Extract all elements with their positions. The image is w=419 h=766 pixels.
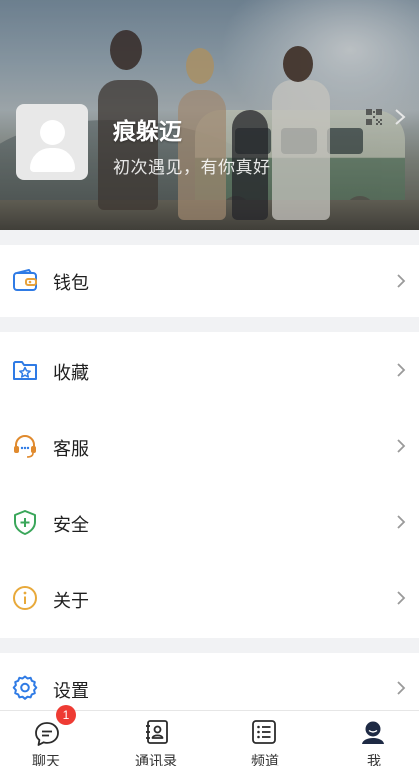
menu-group-main: 收藏 客服 安全 关于 (0, 332, 419, 638)
shield-plus-icon (14, 510, 36, 535)
menu-item-settings[interactable]: 设置 (0, 653, 419, 710)
user-icon (362, 721, 384, 744)
chevron-right-icon (397, 591, 406, 605)
menu-item-label: 钱包 (53, 273, 89, 294)
qr-code-icon[interactable] (366, 109, 382, 125)
menu-item-about[interactable]: 关于 (0, 560, 419, 636)
chevron-right-icon (395, 109, 406, 125)
tab-channel[interactable]: 频道 (213, 711, 317, 766)
menu-item-label: 安全 (53, 515, 89, 536)
menu-item-label: 客服 (53, 439, 89, 460)
chevron-right-icon (397, 439, 406, 453)
profile-header[interactable]: 痕躲迈 初次遇见，有你真好 (0, 0, 419, 230)
info-icon (13, 586, 37, 610)
menu-group-wallet: 钱包 (0, 245, 419, 317)
gear-icon (12, 675, 38, 700)
favorites-folder-icon (13, 361, 37, 380)
chevron-right-icon (397, 274, 406, 288)
tab-contacts[interactable]: 通讯录 (104, 711, 208, 766)
avatar[interactable] (16, 104, 88, 180)
wallet-icon (13, 269, 37, 291)
headset-icon (14, 435, 36, 458)
tab-label: 我 (367, 754, 381, 766)
avatar-placeholder-body (30, 148, 75, 172)
contacts-icon (146, 720, 168, 744)
chevron-right-icon (397, 363, 406, 377)
tab-label: 频道 (251, 754, 279, 766)
menu-item-label: 设置 (53, 681, 89, 702)
unread-badge: 1 (56, 705, 76, 725)
profile-signature: 初次遇见，有你真好 (113, 158, 271, 178)
profile-name: 痕躲迈 (113, 119, 182, 145)
chevron-right-icon (397, 515, 406, 529)
menu-item-label: 收藏 (53, 363, 89, 384)
menu-item-label: 关于 (53, 591, 89, 612)
channel-list-icon (252, 720, 276, 744)
avatar-placeholder-head (40, 120, 65, 145)
menu-group-settings: 设置 (0, 653, 419, 710)
bottom-tab-bar: 1 聊天 通讯录 频道 我 (0, 705, 419, 766)
menu-item-customer-service[interactable]: 客服 (0, 408, 419, 484)
menu-item-favorites[interactable]: 收藏 (0, 332, 419, 408)
menu-item-security[interactable]: 安全 (0, 484, 419, 560)
tab-label: 聊天 (32, 754, 60, 766)
menu-item-wallet[interactable]: 钱包 (0, 245, 419, 317)
tab-me[interactable]: 我 (322, 711, 419, 766)
chat-icon (35, 722, 59, 746)
tab-label: 通讯录 (135, 754, 177, 766)
tab-chat[interactable]: 1 聊天 (0, 705, 104, 766)
chevron-right-icon (397, 681, 406, 695)
